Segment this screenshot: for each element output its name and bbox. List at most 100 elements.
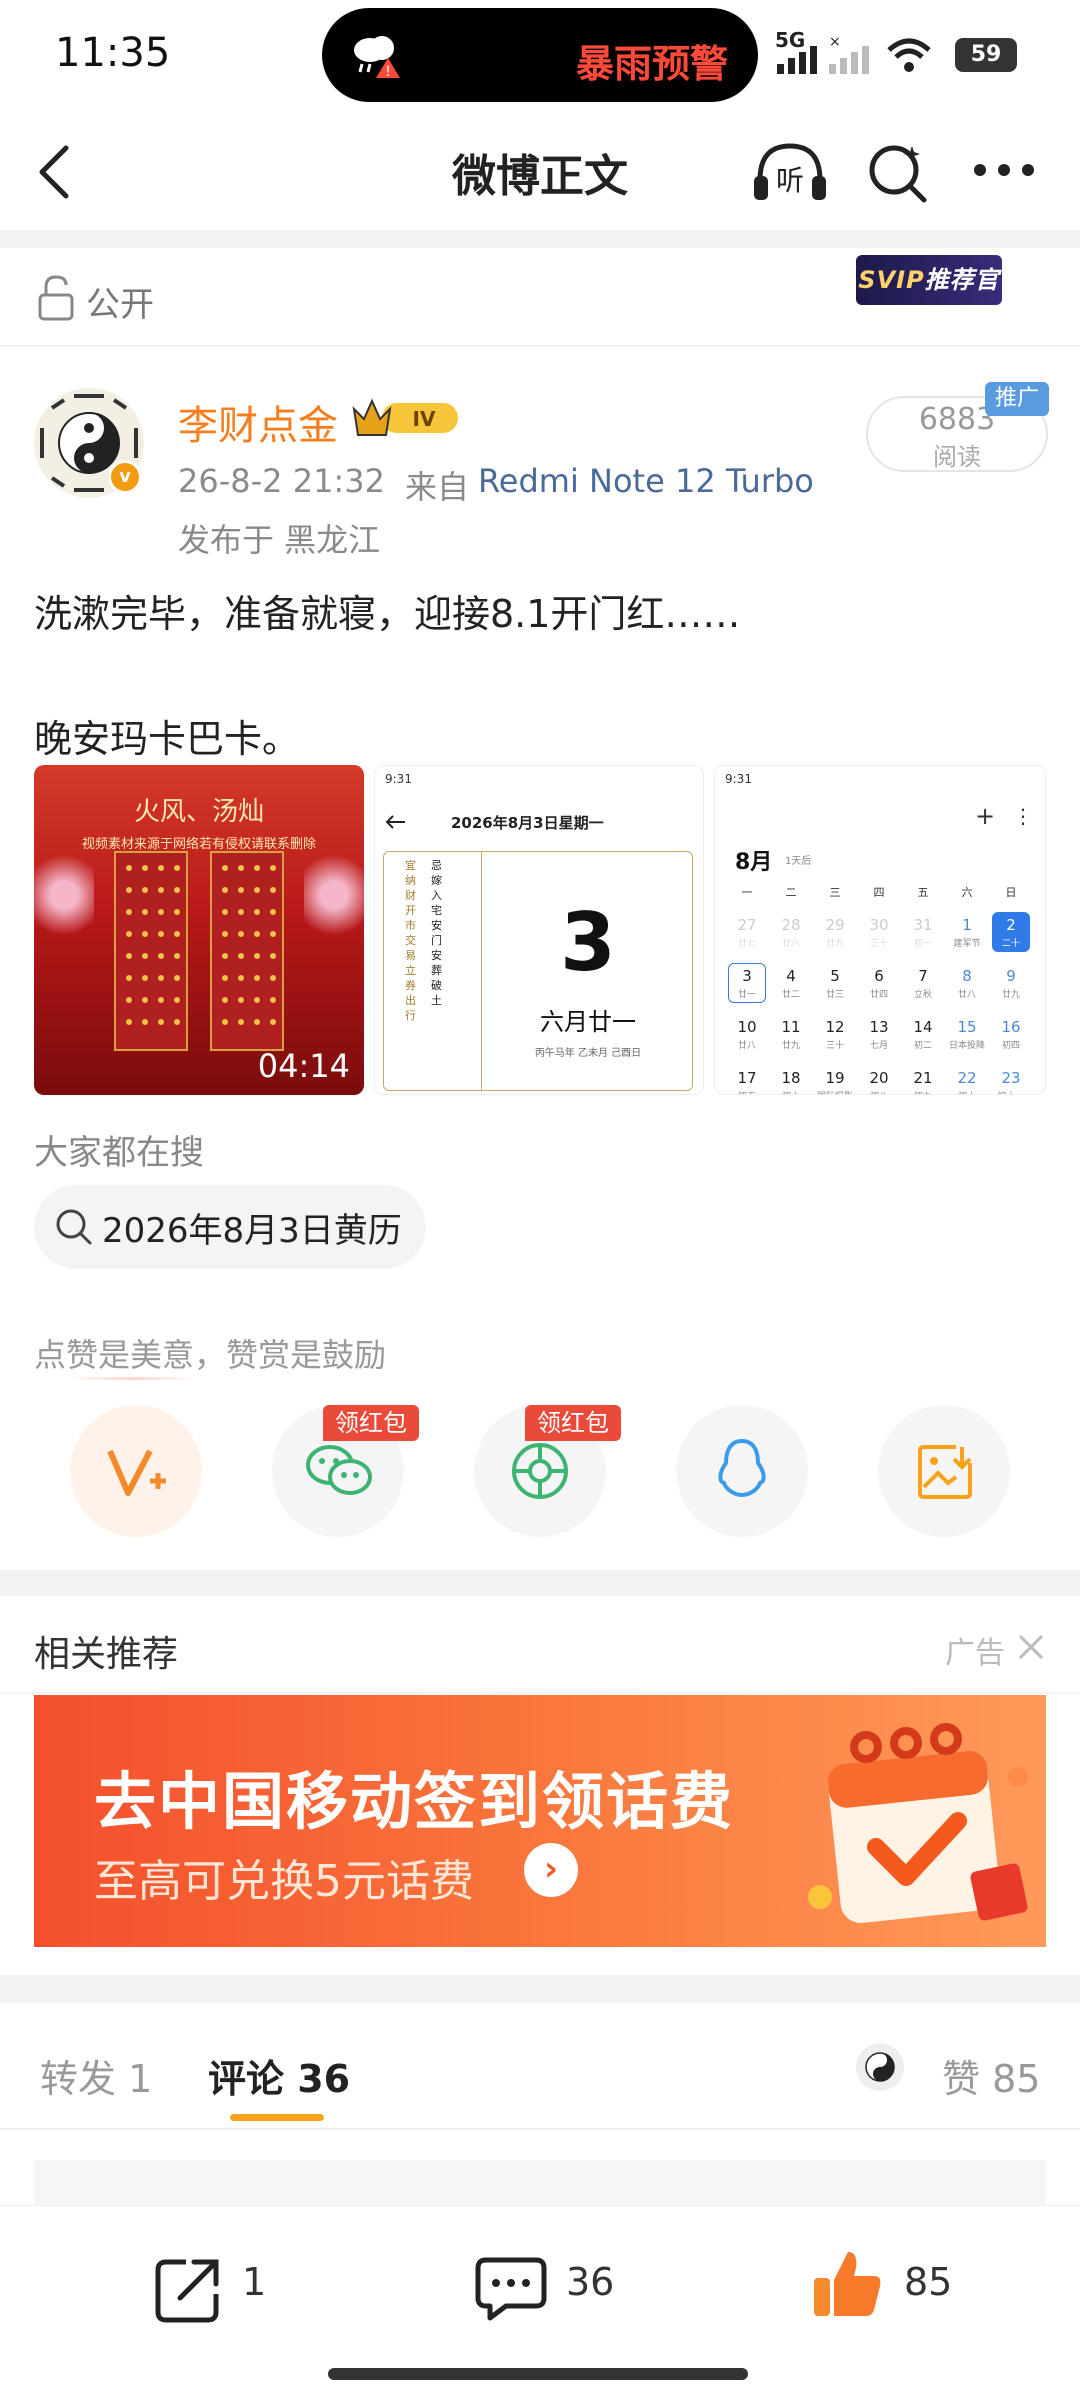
trending-search-pill[interactable]: 2026年8月3日黄历 <box>34 1185 426 1269</box>
door-stud <box>142 997 148 1003</box>
door-stud <box>222 887 228 893</box>
door-stud <box>174 887 180 893</box>
calendar-day: 30 <box>869 916 889 934</box>
svg-text:×: × <box>829 34 841 50</box>
calendar-day-sub: 廿一 <box>737 990 756 1000</box>
calendar-weekday: 日 <box>1005 886 1017 899</box>
door-stud <box>222 1019 228 1025</box>
reward-button[interactable] <box>70 1405 202 1537</box>
verified-badge: v <box>108 460 142 494</box>
door-stud <box>238 1019 244 1025</box>
calendar-day-sub: 七月 <box>869 1041 888 1051</box>
calendar-day-sub: 廿八 <box>737 1041 756 1051</box>
clock: 11:35 <box>55 30 171 76</box>
search-icon[interactable] <box>866 142 930 206</box>
tab-like[interactable]: 赞 85 <box>942 2048 1040 2103</box>
divider <box>0 345 1080 347</box>
door-stud <box>174 997 180 1003</box>
door-stud <box>142 865 148 871</box>
door-stud <box>238 953 244 959</box>
door-stud <box>254 887 260 893</box>
almanac-time: 9:31 <box>385 772 412 786</box>
calendar-day: 23 <box>1001 1069 1021 1087</box>
share-qq-button[interactable] <box>676 1405 808 1537</box>
repost-icon[interactable] <box>152 2254 224 2326</box>
signal-icon <box>777 46 817 74</box>
door-stud <box>158 865 164 871</box>
almanac-char: 土 <box>431 994 442 1007</box>
door-stud <box>126 975 132 981</box>
almanac-char: 易 <box>405 949 416 962</box>
door-stud <box>126 953 132 959</box>
door-stud <box>174 953 180 959</box>
almanac-char: 财 <box>405 889 416 902</box>
almanac-bad-column: 忌嫁入宅安门安葬破土 <box>431 858 445 1008</box>
calendar-day: 17 <box>737 1069 757 1087</box>
section-divider <box>0 1975 1080 2003</box>
door-stud <box>222 909 228 915</box>
status-bar: 11:35 ! 暴雨预警 5G × 59 <box>0 0 1080 110</box>
door-stud <box>254 1019 260 1025</box>
calendar-day-sub: 廿九 <box>781 1041 800 1051</box>
calendar-day: 27 <box>737 916 757 934</box>
comment-icon[interactable] <box>474 2254 548 2324</box>
calendar-day-sub: 初十 <box>947 1089 987 1094</box>
svg-text:!: ! <box>385 64 391 80</box>
red-packet-tag-wechat[interactable]: 领红包 <box>323 1405 419 1441</box>
almanac-screenshot[interactable]: 9:31 2026年8月3日星期一 宜纳财开市交易立券出行 忌嫁入宅安门安葬破土… <box>374 765 704 1095</box>
more-icon[interactable] <box>972 160 1036 180</box>
arrow-right-icon: › <box>524 1843 578 1897</box>
tab-repost[interactable]: 转发 1 <box>40 2048 152 2103</box>
calendar-screenshot[interactable]: 9:31 8月 1天后 + ⋮ 一二三四五六日 27 廿七 28 廿八 29 廿九 30 三十 3… <box>714 765 1046 1095</box>
almanac-ganzhi: 丙午马年 乙未月 己酉日 <box>534 1048 642 1059</box>
tab-comment[interactable]: 评论 36 <box>208 2048 350 2103</box>
unlock-icon <box>38 275 74 321</box>
comment-count[interactable]: 36 <box>566 2260 614 2304</box>
calendar-day-sub: 建军节 <box>953 939 981 949</box>
calendar-day: 16 <box>1001 1018 1021 1036</box>
calendar-day: 15 <box>957 1018 977 1036</box>
close-ad-icon[interactable] <box>1016 1632 1046 1662</box>
repost-count[interactable]: 1 <box>242 2260 266 2304</box>
door-stud <box>238 997 244 1003</box>
door-stud <box>222 997 228 1003</box>
almanac-char: 宅 <box>431 904 442 917</box>
calendar-day: 9 <box>1006 967 1016 985</box>
calendar-day: 22 <box>957 1069 977 1087</box>
hint-underline <box>68 1377 198 1380</box>
divider <box>0 2128 1080 2130</box>
source-label: 来自 <box>405 468 470 506</box>
door-stud <box>254 975 260 981</box>
calendar-day: 19 <box>825 1069 845 1087</box>
calendar-more-icon: ⋮ <box>1013 804 1033 828</box>
door-stud <box>254 865 260 871</box>
calendar-weekday: 三 <box>829 886 841 899</box>
door-stud <box>270 865 276 871</box>
door-stud <box>142 887 148 893</box>
dynamic-island[interactable]: ! 暴雨预警 <box>322 8 758 102</box>
video-thumbnail[interactable]: 火风、汤灿 视频素材来源于网络若有侵权请联系删除 04:14 <box>34 765 364 1095</box>
listen-icon[interactable]: 听 <box>750 140 830 204</box>
save-image-button[interactable] <box>878 1405 1010 1537</box>
red-packet-tag-moments[interactable]: 领红包 <box>525 1405 621 1441</box>
device-link[interactable]: Redmi Note 12 Turbo <box>478 462 814 500</box>
thumbs-up-icon[interactable] <box>810 2246 886 2322</box>
almanac-char: 安 <box>431 919 442 932</box>
door-stud <box>270 975 276 981</box>
door-stud <box>238 865 244 871</box>
almanac-char: 券 <box>405 979 416 992</box>
almanac-char: 出 <box>405 994 416 1007</box>
door-stud <box>126 997 132 1003</box>
door-stud <box>270 931 276 937</box>
promote-badge[interactable]: 推广 <box>985 382 1049 416</box>
like-count[interactable]: 85 <box>904 2260 952 2304</box>
ad-banner[interactable]: 去中国移动签到领话费 至高可兑换5元话费 › <box>34 1695 1046 1947</box>
trending-search-heading: 大家都在搜 <box>34 1133 204 1173</box>
door-stud <box>158 975 164 981</box>
author-name[interactable]: 李财点金 <box>178 393 338 451</box>
door-stud <box>222 953 228 959</box>
almanac-separator <box>481 851 482 1091</box>
home-indicator[interactable] <box>328 2368 748 2380</box>
system-icons: 5G × 59 <box>775 28 1035 78</box>
door-stud <box>254 997 260 1003</box>
